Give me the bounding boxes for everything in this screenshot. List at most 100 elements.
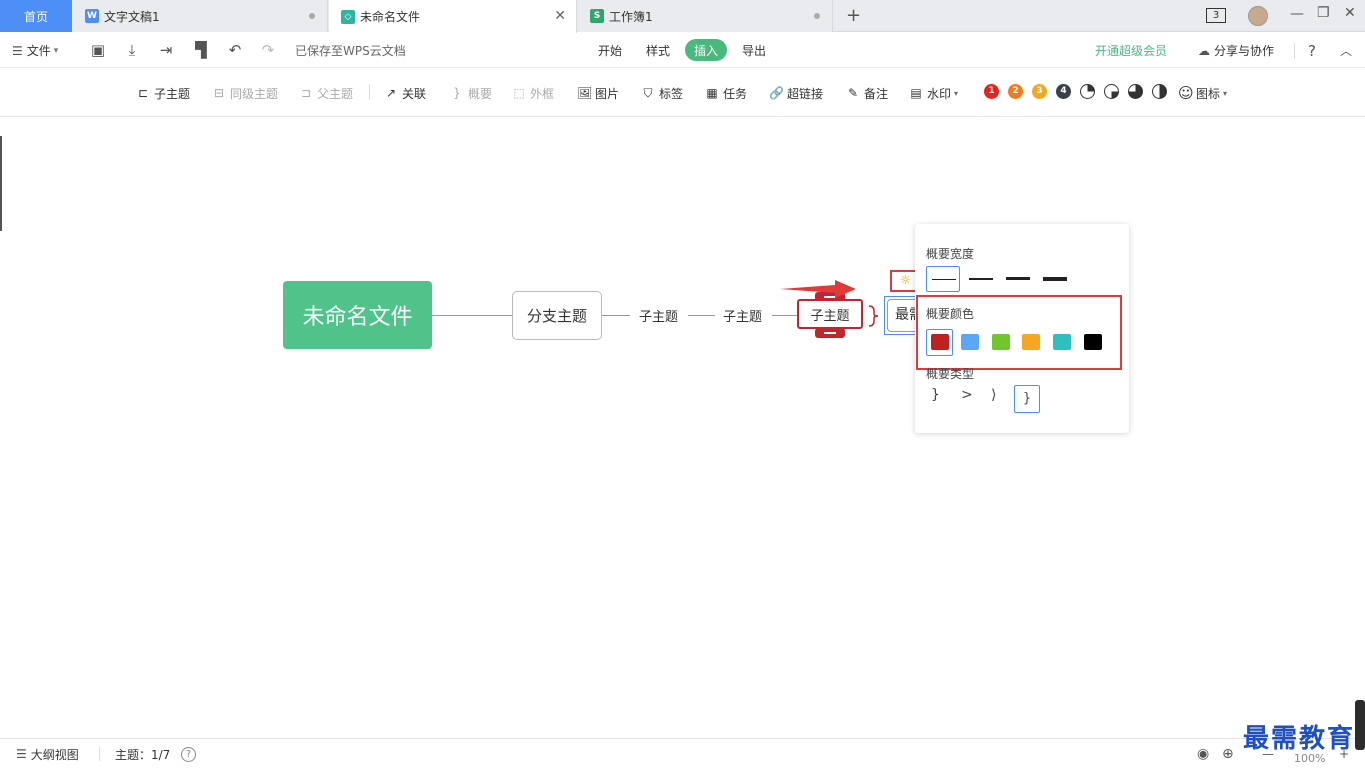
save-icon[interactable]: ▣: [89, 41, 107, 59]
undo-icon[interactable]: ↶: [226, 41, 244, 59]
tab-mindmap-doc[interactable]: ◇ 未命名文件 ✕: [329, 0, 577, 33]
type-option-bracket[interactable]: }: [931, 387, 940, 403]
tab-writer-doc[interactable]: W 文字文稿1: [73, 0, 328, 32]
file-menu[interactable]: ☰ 文件 ▾: [12, 33, 58, 68]
tab-bar: 首页 W 文字文稿1 ◇ 未命名文件 ✕ S 工作簿1 + 3 — ❐ ✕: [0, 0, 1365, 33]
width-option-3[interactable]: [1004, 266, 1038, 292]
menu-start[interactable]: 开始: [598, 33, 622, 68]
selected-subtopic[interactable]: 子主题: [797, 299, 863, 329]
type-option-angle[interactable]: >: [961, 387, 973, 403]
watermark-label: 水印: [927, 86, 952, 101]
frame-label: 外框: [530, 86, 555, 101]
priority-2-icon[interactable]: 2: [1008, 84, 1023, 99]
outline-view-button[interactable]: ☰ 大纲视图: [16, 739, 79, 769]
link-icon: 🔗: [769, 86, 784, 100]
chevron-down-icon: ▾: [954, 88, 959, 98]
redo-icon[interactable]: ↷: [259, 41, 277, 59]
color-swatch-red[interactable]: [931, 334, 949, 350]
help-circle-icon[interactable]: ?: [181, 747, 196, 762]
parent-topic-button[interactable]: ⊐ 父主题: [299, 84, 353, 102]
restore-icon[interactable]: ❐: [1317, 5, 1330, 21]
menu-bar: ☰ 文件 ▾ ▣ ⤓ ⇥ ▜ ↶ ↷ 已保存至WPS云文档 开始 样式 插入 导…: [0, 33, 1365, 68]
progress-half-alt-icon[interactable]: [1104, 84, 1119, 99]
subtopic-2[interactable]: 子主题: [723, 306, 762, 325]
subtopic-button[interactable]: ⊏ 子主题: [136, 84, 190, 102]
color-swatch-black[interactable]: [1084, 334, 1102, 350]
close-icon[interactable]: ✕: [554, 8, 566, 24]
avatar[interactable]: [1248, 6, 1268, 26]
note-button[interactable]: ✎ 备注: [846, 84, 888, 102]
download-icon[interactable]: ⤓: [123, 41, 141, 59]
sheet-icon: S: [590, 9, 604, 23]
width-option-4[interactable]: [1041, 266, 1075, 292]
minimize-icon[interactable]: —: [1290, 6, 1304, 22]
menu-export[interactable]: 导出: [742, 33, 766, 68]
width-line: [1006, 277, 1030, 280]
color-swatch-green[interactable]: [992, 334, 1010, 350]
type-option-brace[interactable]: }: [1014, 385, 1040, 413]
window-close-icon[interactable]: ✕: [1344, 5, 1356, 21]
status-bar: ☰ 大纲视图 主题：1/7 ? ◉ ⊕ — 100% +: [0, 738, 1365, 768]
chevron-down-icon: ▾: [53, 45, 59, 56]
locate-icon[interactable]: ⊕: [1222, 739, 1234, 769]
progress-quarter-icon[interactable]: [1080, 84, 1095, 99]
hyperlink-button[interactable]: 🔗 超链接: [769, 84, 823, 102]
progress-half-icon[interactable]: [1152, 84, 1167, 99]
tab-sheet-doc[interactable]: S 工作簿1: [578, 0, 833, 32]
share-out-icon[interactable]: ⇥: [157, 41, 175, 59]
parent-topic-icon: ⊐: [300, 86, 312, 100]
hamburger-icon: ☰: [12, 43, 23, 58]
share-button[interactable]: ☁ 分享与协作: [1198, 33, 1274, 68]
summary-color-label: 概要颜色: [926, 307, 975, 321]
brand-watermark: 最需教育: [1243, 724, 1356, 754]
watermark-icon: ▤: [910, 86, 922, 100]
menu-style[interactable]: 样式: [646, 33, 670, 68]
calendar-icon: ▦: [706, 86, 718, 100]
tag-button[interactable]: ⛉ 标签: [641, 84, 683, 102]
task-button[interactable]: ▦ 任务: [705, 84, 747, 102]
format-painter-icon[interactable]: ▜: [192, 41, 210, 59]
red-arrow-annotation: [780, 280, 856, 298]
summary-width-label: 概要宽度: [926, 247, 975, 261]
priority-3-icon[interactable]: 3: [1032, 84, 1047, 99]
color-swatch-orange[interactable]: [1022, 334, 1040, 350]
vip-link[interactable]: 开通超级会员: [1095, 33, 1167, 68]
new-tab-button[interactable]: +: [846, 5, 861, 26]
eye-icon[interactable]: ◉: [1197, 739, 1209, 769]
help-icon[interactable]: ?: [1308, 33, 1316, 68]
collapse-handle-bottom[interactable]: [815, 328, 845, 338]
summary-button[interactable]: } 概要: [450, 84, 492, 102]
tab-mindmap-label: 未命名文件: [360, 10, 421, 24]
sibling-topic-icon: ⊟: [213, 86, 225, 100]
width-option-1[interactable]: [926, 266, 960, 292]
menu-insert[interactable]: 插入: [685, 39, 728, 61]
task-label: 任务: [723, 86, 748, 101]
root-topic[interactable]: 未命名文件: [283, 281, 432, 349]
image-button[interactable]: 🖼 图片: [577, 84, 619, 102]
relation-button[interactable]: ↗ 关联: [384, 84, 426, 102]
sibling-topic-button[interactable]: ⊟ 同级主题: [212, 84, 278, 102]
side-scroll-handle[interactable]: [1355, 700, 1365, 750]
frame-button[interactable]: ⬚ 外框: [512, 84, 554, 102]
relation-label: 关联: [402, 86, 427, 101]
cloud-share-icon: ☁: [1198, 43, 1210, 58]
progress-three-quarter-icon[interactable]: [1128, 84, 1143, 99]
width-option-2[interactable]: [967, 266, 1001, 292]
priority-1-icon[interactable]: 1: [984, 84, 999, 99]
subtopic-1[interactable]: 子主题: [639, 306, 678, 325]
color-swatch-blue[interactable]: [961, 334, 979, 350]
divider: [1294, 43, 1295, 59]
type-option-curve[interactable]: ⟩: [991, 387, 996, 403]
chevron-up-icon[interactable]: ︿: [1340, 33, 1352, 68]
width-line: [932, 279, 956, 280]
connector-line: [688, 315, 715, 316]
summary-label: 概要: [468, 86, 493, 101]
tab-home[interactable]: 首页: [0, 0, 72, 32]
window-count-badge[interactable]: 3: [1206, 8, 1226, 23]
icon-button[interactable]: ☺ 图标 ▾: [1178, 84, 1227, 102]
color-swatch-teal[interactable]: [1053, 334, 1071, 350]
watermark-button[interactable]: ▤ 水印 ▾: [909, 84, 958, 102]
branch-topic[interactable]: 分支主题: [512, 291, 602, 340]
priority-4-icon[interactable]: 4: [1056, 84, 1071, 99]
mindmap-canvas[interactable]: 未命名文件 分支主题 子主题 子主题 子主题 最需 ☼: [0, 118, 1365, 738]
